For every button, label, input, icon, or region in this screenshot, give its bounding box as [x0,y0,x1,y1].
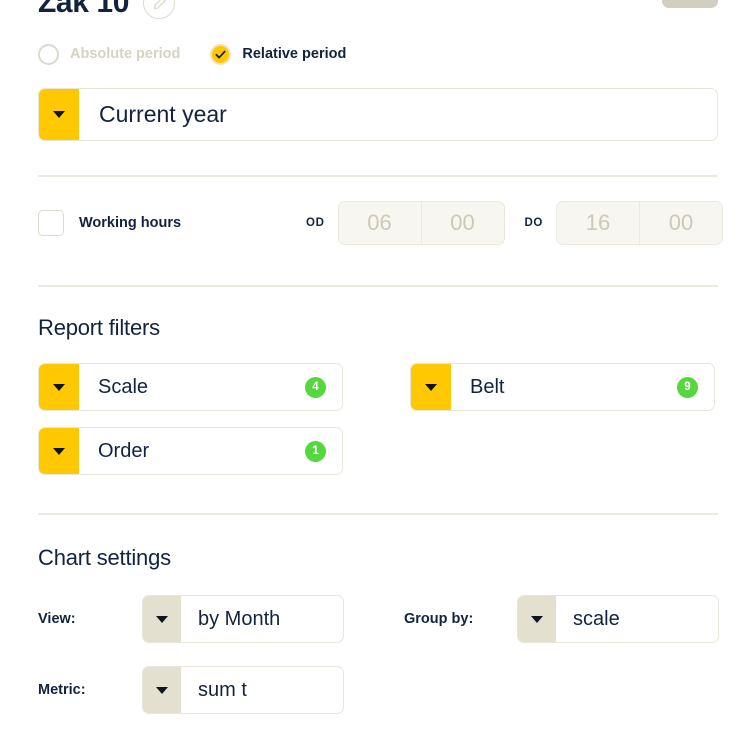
to-label: DO [524,217,543,229]
to-minute-field[interactable]: 00 [638,202,722,244]
from-label: OD [306,217,325,229]
divider-working-hours [38,285,718,287]
setting-metric-label: Metric: [38,682,86,698]
to-time-input[interactable]: 16 00 [555,201,723,245]
from-hour-field[interactable]: 06 [339,202,421,244]
header-action-button[interactable] [662,0,718,8]
setting-group-by-label: Group by: [404,611,474,627]
period-select[interactable]: Current year [38,88,718,141]
radio-relative-period[interactable]: Relative period [210,43,347,65]
chevron-down-icon[interactable] [411,364,451,410]
group-by-select[interactable]: scale [517,595,719,643]
chevron-down-icon[interactable] [518,596,556,642]
radio-circle-icon [38,43,59,65]
working-hours-checkbox[interactable] [38,210,64,236]
chevron-down-icon[interactable] [39,364,79,410]
from-minute-field[interactable]: 00 [420,202,504,244]
filter-belt-count-badge: 9 [677,376,698,398]
setting-view: View: by Month [38,595,344,643]
filter-belt-label: Belt [470,375,505,398]
filter-belt-select[interactable]: Belt 9 [410,363,715,411]
working-hours-to-group: DO 16 00 [525,201,723,245]
metric-select[interactable]: sum t [142,666,344,714]
setting-group-by: Group by: scale [404,595,719,643]
filter-order-count-badge: 1 [305,440,326,462]
filter-scale-count-badge: 4 [305,376,326,398]
working-hours-row: Working hours OD 06 00 DO 16 00 [38,201,723,245]
setting-view-label: View: [38,611,76,627]
working-hours-from-group: OD 06 00 [306,201,505,245]
filter-order-label: Order [98,439,150,462]
divider-period [38,175,718,177]
radio-absolute-period[interactable]: Absolute period [38,43,181,65]
pencil-edit-icon [152,0,167,11]
report-filters-title: Report filters [38,315,160,340]
setting-metric: Metric: sum t [38,666,344,714]
chart-settings-grid: View: by Month Group by: scale Metric: s… [38,595,719,714]
group-by-select-value: scale [573,607,620,630]
chevron-down-icon[interactable] [39,428,79,474]
chart-settings-title: Chart settings [38,545,171,570]
panel-header: Zak 10 [38,0,718,19]
chevron-down-icon[interactable] [39,89,79,140]
working-hours-label: Working hours [79,215,182,231]
filter-scale-label: Scale [98,375,149,398]
view-select-value: by Month [198,607,281,630]
report-filters-grid: Scale 4 Belt 9 Order 1 [38,363,718,475]
chevron-down-icon[interactable] [143,596,181,642]
from-time-input[interactable]: 06 00 [337,201,505,245]
radio-absolute-period-label: Absolute period [70,46,181,62]
filter-scale-select[interactable]: Scale 4 [38,363,343,411]
view-select[interactable]: by Month [142,595,344,643]
chevron-down-icon[interactable] [143,667,181,713]
report-settings-panel: Zak 10 Absolute period Relative period C… [0,0,756,744]
filter-order-select[interactable]: Order 1 [38,427,343,475]
period-select-value: Current year [99,101,227,127]
period-mode-radio-group: Absolute period Relative period [38,40,718,68]
edit-title-button[interactable] [143,0,175,19]
radio-checked-icon [210,43,232,65]
divider-filters [38,513,718,515]
to-hour-field[interactable]: 16 [557,202,639,244]
metric-select-value: sum t [198,678,247,701]
radio-relative-period-label: Relative period [242,46,347,62]
page-title: Zak 10 [38,0,129,19]
